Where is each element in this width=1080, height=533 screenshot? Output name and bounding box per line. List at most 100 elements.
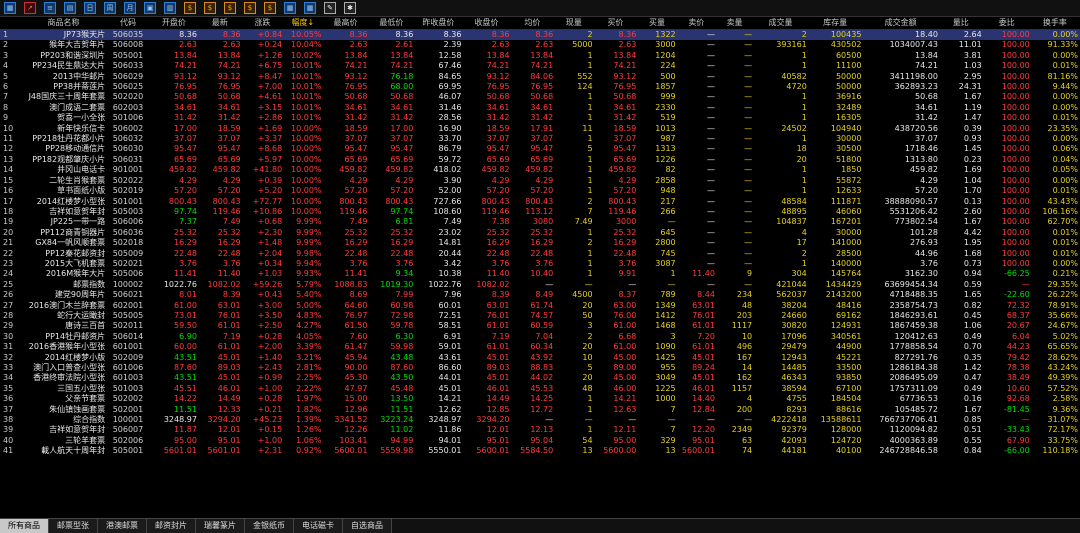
tab-market-2[interactable]: 港澳邮票: [98, 519, 147, 533]
column-header[interactable]: 昨收盘价: [415, 16, 464, 30]
table-row[interactable]: 6 PP38并蒂莲片 506025 76.95 76.95 +7.00 10.01% 76.9…: [0, 82, 1080, 92]
column-header[interactable]: 成交量: [754, 16, 809, 30]
table-row[interactable]: 20 PP112商青铜器片 506036 25.32 25.32 +2.30 9.99% 25…: [0, 228, 1080, 238]
column-header[interactable]: 卖量: [716, 16, 755, 30]
column-header[interactable]: 换手率: [1031, 16, 1080, 30]
tab-market-0[interactable]: 所有商品: [0, 519, 49, 533]
table-row[interactable]: 38 综合指数 100001 3248.97 3294.20 +45.23 1.39% 334…: [0, 415, 1080, 425]
tab-market-6[interactable]: 电话磁卡: [294, 519, 343, 533]
table-row[interactable]: 5 2013中华邮片 506029 93.12 93.12 +8.47 10.01% 93.1…: [0, 72, 1080, 82]
tab-market-1[interactable]: 邮票型张: [49, 519, 98, 533]
month-icon[interactable]: 月: [124, 2, 136, 14]
table-row[interactable]: 22 PP12秦花邮资封 505009 22.48 22.48 +2.04 9.98% 22.…: [0, 249, 1080, 259]
orange-2-icon[interactable]: $: [204, 2, 216, 14]
orange-3-icon[interactable]: $: [224, 2, 236, 14]
table-row[interactable]: 33 澳门入口普查小型张 601006 87.60 89.03 +2.43 2.81% 90.…: [0, 363, 1080, 373]
table-row[interactable]: 10 新年快乐信卡 506002 17.00 18.59 +1.69 10.00% 18.59…: [0, 124, 1080, 134]
note-icon[interactable]: ✎: [324, 2, 336, 14]
table-row[interactable]: 3 PP203和谐深圳片 505001 13.84 13.84 +1.26 10.02% 13…: [0, 51, 1080, 61]
table-row[interactable]: 37 朱仙镇蚀画套票 502001 11.51 12.33 +0.21 1.82% 12.96…: [0, 405, 1080, 415]
list-icon[interactable]: ≡: [44, 2, 56, 14]
table-row[interactable]: 41 載人航天十周年封 505001 5601.01 5601.01 +2.31 0.92%…: [0, 446, 1080, 456]
table-cell: —: [744, 92, 753, 102]
column-header[interactable]: 涨跌: [242, 16, 285, 30]
table-cell: 2: [801, 248, 807, 258]
table-cell: 37.07: [217, 134, 241, 144]
table-row[interactable]: 15 二轮生肖猴套票 502022 4.29 4.29 +0.39 10.00% 4.29 4.…: [0, 176, 1080, 186]
table-row[interactable]: 19 JP225一带一路 506006 7.37 7.49 +0.68 9.99% 7.49 6…: [0, 217, 1080, 227]
table-cell: 234: [736, 290, 753, 300]
orange-4-icon[interactable]: $: [244, 2, 256, 14]
table-row[interactable]: 31 2016香港猴年小型张 601001 60.00 61.01 +2.00 3.39% 6…: [0, 342, 1080, 352]
table-row[interactable]: 29 唐诗三百首 502011 59.50 61.01 +2.50 4.27% 61.50 59…: [0, 321, 1080, 331]
table-row[interactable]: 28 蛇行大运瞰封 505005 73.01 76.01 +3.50 4.83% 76.97 7…: [0, 311, 1080, 321]
day-icon[interactable]: 日: [84, 2, 96, 14]
column-header[interactable]: 商品名称: [21, 16, 108, 30]
grid-icon[interactable]: ▦: [4, 2, 16, 14]
bars-icon[interactable]: ▥: [164, 2, 176, 14]
chart-icon[interactable]: ↗: [24, 2, 36, 14]
column-header[interactable]: 开盘价: [150, 16, 199, 30]
table2-icon[interactable]: ▦: [304, 2, 316, 14]
table-cell: 89.00: [613, 363, 637, 372]
table-row[interactable]: 11 PP218牡丹花都小片 506032 37.07 37.07 +3.37 10.00%…: [0, 134, 1080, 144]
column-header[interactable]: 卖价: [677, 16, 717, 30]
table-icon[interactable]: ▦: [284, 2, 296, 14]
column-header[interactable]: 收盘价: [463, 16, 512, 30]
tab-market-5[interactable]: 金银纸币: [245, 519, 294, 533]
tab-market-3[interactable]: 邮资封片: [147, 519, 196, 533]
column-header[interactable]: [0, 16, 22, 30]
column-header[interactable]: 最高价: [323, 16, 370, 30]
table-row[interactable]: 35 三国五小型张 501003 45.51 46.01 +1.00 2.22% 47.97 4…: [0, 384, 1080, 394]
table-row[interactable]: 16 草书面纸小版 502019 57.20 57.20 +5.20 10.00% 57.20…: [0, 186, 1080, 196]
column-header[interactable]: 库存量: [808, 16, 864, 30]
table-row[interactable]: 2 猴年大吉贺年片 506008 2.63 2.63 +0.24 10.04% 2.63 2.6…: [0, 40, 1080, 50]
week-icon[interactable]: 周: [104, 2, 116, 14]
column-header[interactable]: 买量: [638, 16, 678, 30]
table-row[interactable]: 32 2014红楼梦小版 502009 43.51 45.01 +1.40 3.21% 45.…: [0, 353, 1080, 363]
table-row[interactable]: 27 2016澳门木兰辞套票 602001 61.00 63.01 +3.00 5.00% 6…: [0, 301, 1080, 311]
table-cell: 61.74: [530, 300, 554, 310]
table-row[interactable]: 13 PP182观都肇庆小片 506031 65.69 65.69 +5.97 10.00%…: [0, 155, 1080, 165]
column-header[interactable]: 现量: [555, 16, 595, 30]
table-row[interactable]: 17 2014红楼梦小型张 501001 800.43 800.43 +72.77 10.0…: [0, 197, 1080, 207]
tab-market-7[interactable]: 自选商品: [343, 519, 392, 533]
column-header[interactable]: 幅度↓: [284, 16, 324, 30]
column-header[interactable]: 量比: [939, 16, 984, 30]
window-icon[interactable]: ▣: [144, 2, 156, 14]
table-row[interactable]: 7 J48国庆三十周年套票 502020 50.68 50.68 +4.61 10.01% 5…: [0, 92, 1080, 102]
gear-icon[interactable]: ✱: [344, 2, 356, 14]
table-row[interactable]: 12 PP28移动通信片 506030 95.47 95.47 +8.68 10.00% 95…: [0, 144, 1080, 154]
column-header[interactable]: 买价: [594, 16, 639, 30]
orange-5-icon[interactable]: $: [264, 2, 276, 14]
column-header[interactable]: 委比: [983, 16, 1032, 30]
column-header[interactable]: 均价: [511, 16, 556, 30]
calendar-icon[interactable]: ▤: [64, 2, 76, 14]
table-row[interactable]: 8 澳门成语二套票 602003 34.61 34.61 +3.15 10.01% 34.61…: [0, 103, 1080, 113]
table-cell: 108.60: [433, 206, 462, 216]
table-row[interactable]: 23 2015大飞机套票 502021 3.76 3.76 +0.34 9.94% 3.76 3…: [0, 259, 1080, 269]
table-row[interactable]: 40 三轮羊套票 502006 95.00 95.01 +1.00 1.06% 103.41 9…: [0, 436, 1080, 446]
column-header[interactable]: 成交金额: [863, 16, 940, 30]
table-header: 商品名称 代码 开盘价 最新 涨跌 幅度↓ 最高价 最低价 昨收盘价 收盘价 均价 现量 买价 买量 卖价卖…: [0, 16, 1080, 30]
table-row[interactable]: 4 PP234民生鼎达大片 506033 74.21 74.21 +6.75 10.01% 7…: [0, 61, 1080, 71]
table-row[interactable]: 26 建党90周年片 506021 8.01 8.39 +0.43 5.40% 8.69 7.9…: [0, 290, 1080, 300]
table-cell: 2: [587, 196, 593, 206]
tab-market-4[interactable]: 瑞馨篆片: [196, 519, 245, 533]
table-row[interactable]: 25 邮票指数 100002 1022.76 1082.02 +59.26 5.79% 108…: [0, 280, 1080, 290]
table-row[interactable]: 30 PP14牡丹邮资片 506014 6.90 7.19 +0.28 4.05% 7.60 6…: [0, 332, 1080, 342]
table-row[interactable]: 14 井冈山电话卡 901001 459.82 459.82 +41.80 10.00% 45…: [0, 165, 1080, 175]
table-row[interactable]: 34 香港终审法院小型张 601003 43.51 45.01 +0.99 2.25% 45.…: [0, 373, 1080, 383]
table-row[interactable]: 24 2016M猴年大片 505006 11.41 11.40 +1.03 9.93% 11.…: [0, 269, 1080, 279]
column-header[interactable]: 代码: [107, 16, 151, 30]
table-row[interactable]: 18 吉祥如意贺年封 505003 97.74 119.46 +10.86 10.00% 11…: [0, 207, 1080, 217]
table-row[interactable]: 21 GX84一帆风顺套票 502018 16.29 16.29 +1.48 9.99% 16…: [0, 238, 1080, 248]
table-row[interactable]: 36 父亲节套票 502002 14.22 14.49 +0.28 1.97% 15.00 13…: [0, 394, 1080, 404]
column-header[interactable]: 最低价: [369, 16, 416, 30]
orange-1-icon[interactable]: $: [184, 2, 196, 14]
column-header[interactable]: 最新: [198, 16, 243, 30]
table-row[interactable]: 1 JP73猴天片 506035 8.36 8.36 +0.84 10.05% 8.36 8.3…: [0, 29, 1080, 41]
table-row[interactable]: 9 贺喜一小全张 501006 31.42 31.42 +2.86 10.01% 31.42 3…: [0, 113, 1080, 123]
table-row[interactable]: 39 吉祥如意贺年封 506007 11.87 12.01 +0.15 1.26% 12.26…: [0, 425, 1080, 435]
table-cell: 100.00: [1001, 248, 1030, 258]
